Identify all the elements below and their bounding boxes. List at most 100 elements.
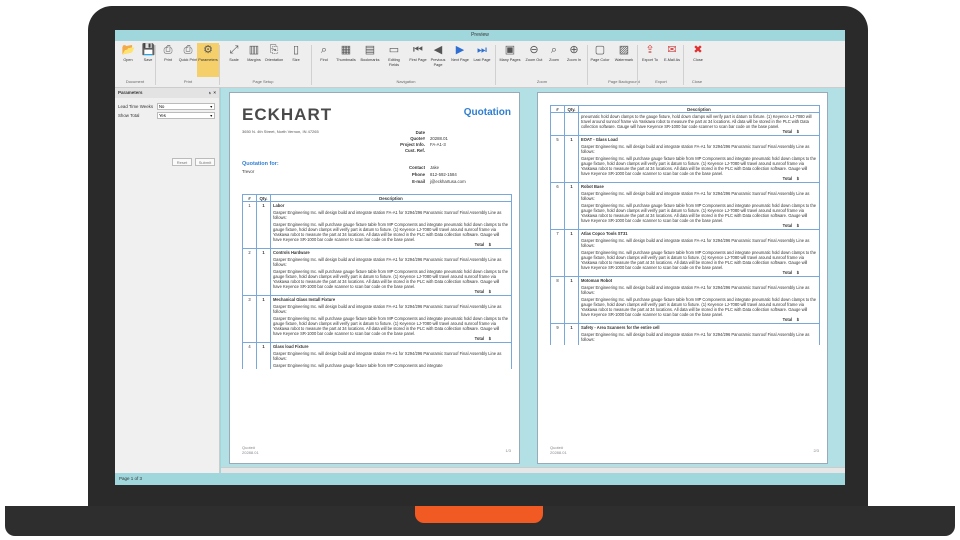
page-color-button[interactable]: ▢ Page Color <box>589 43 611 77</box>
save-icon: 💾 <box>141 44 156 56</box>
first-page-button[interactable]: ⏮ First Page <box>407 43 429 77</box>
footer-number: 20288.01 <box>550 450 567 455</box>
ribbon-group-label: Zoom <box>536 79 548 84</box>
item-body-block: Gasper Engineering Inc. will purchase ga… <box>273 316 509 336</box>
ribbon-button-label: Zoom Out <box>525 58 543 62</box>
show-total-select[interactable]: Yes ▼ <box>157 112 215 119</box>
watermark-icon: ▨ <box>618 44 630 56</box>
watermark-button[interactable]: ▨ Watermark <box>613 43 635 77</box>
quick-print-icon: ⎙ <box>183 44 193 56</box>
e-mail-as-button[interactable]: ✉ E-Mail As <box>661 43 683 77</box>
item-body: Gasper Engineering Inc. will purchase ga… <box>581 156 816 176</box>
ribbon-button-label: E-Mail As <box>663 58 681 62</box>
zoom-out-button[interactable]: ⊖ Zoom Out <box>523 43 545 77</box>
next-page-icon: ▶ <box>455 44 465 56</box>
export-to-button[interactable]: ⇪ Export To <box>639 43 661 77</box>
ribbon-button-label: Save <box>143 58 153 62</box>
zoom-icon: ⌕ <box>550 44 558 56</box>
app-window: Preview 📂 Open 💾 Save ⎙ Print ⎙ Quick Print ⚙ Par… <box>115 30 845 485</box>
email-icon: ✉ <box>667 44 677 56</box>
total-value: $ <box>488 289 491 294</box>
zoom-in-button[interactable]: ⊕ Zoom In <box>563 43 585 77</box>
parameters-title-text: Parameters <box>118 90 143 95</box>
item-body: Gasper Engineering Inc. will purchase ga… <box>273 222 508 242</box>
show-total-label: Show Total <box>118 113 140 118</box>
email-label: E-mail <box>412 179 425 184</box>
quotation-title: Quotation <box>463 107 511 118</box>
scale-icon: ⤢ <box>229 44 239 56</box>
document-view[interactable]: ECKHART Quotation 3650 N. 4th Street, No… <box>221 88 845 473</box>
parameters-button[interactable]: ⚙ Parameters <box>197 43 219 77</box>
total-value: $ <box>488 242 491 247</box>
item-number: 7 <box>556 231 559 236</box>
scale-button[interactable]: ⤢ Scale <box>223 43 245 77</box>
lead-time-select[interactable]: No ▼ <box>157 103 215 110</box>
bookmarks-button[interactable]: ▤ Bookmarks <box>359 43 381 77</box>
ribbon-button-label: Zoom In <box>567 58 581 62</box>
printer-icon: ⎙ <box>163 44 173 56</box>
item-body-block: Gasper Engineering Inc. will purchase ga… <box>273 269 509 289</box>
open-button[interactable]: 📂 Open <box>117 43 139 77</box>
quick-print-button[interactable]: ⎙ Quick Print <box>177 43 199 77</box>
last-page-icon: ⏭ <box>477 44 487 56</box>
ribbon-button-label: Print <box>164 58 172 62</box>
total-label: Total <box>782 176 793 181</box>
total-value: $ <box>796 223 799 228</box>
ribbon-button-label: Parameters <box>198 58 218 62</box>
item-qty: 1 <box>570 278 573 283</box>
previous-page-button[interactable]: ◀ Previous Page <box>427 43 449 77</box>
ribbon-button-label: Margins <box>247 58 261 62</box>
laptop-notch <box>415 506 543 523</box>
table-header: # <box>550 105 565 113</box>
ribbon-separator <box>155 45 156 85</box>
find-button[interactable]: ⌕ Find <box>313 43 335 77</box>
ribbon-group-label: Print <box>183 79 193 84</box>
item-title: Glass load Fixture <box>273 344 309 349</box>
ribbon-button-label: Quick Print <box>178 58 198 62</box>
table-row: 2 1 Controls Hardware Gasper Engineering In… <box>242 248 512 296</box>
find-icon: ⌕ <box>320 44 328 56</box>
margins-icon: ▥ <box>248 44 260 56</box>
item-title: Labor <box>273 203 285 208</box>
table-row: 8 1 Motoman Robot Gasper Engineering Inc. w… <box>550 276 820 324</box>
ribbon-button-label: Orientation <box>264 58 284 62</box>
ribbon-button-label: Bookmarks <box>360 58 380 62</box>
quotation-for-heading: Quotation for: <box>242 161 279 167</box>
zoom-button[interactable]: ⌕ Zoom <box>543 43 565 77</box>
many-pages-icon: ▣ <box>504 44 516 56</box>
submit-button[interactable]: Submit <box>195 158 215 166</box>
status-bar: Page 1 of 3 <box>115 473 845 485</box>
many-pages-button[interactable]: ▣ Many Pages <box>499 43 521 77</box>
item-intro: Gasper Engineering Inc. will design buil… <box>273 210 502 220</box>
thumbnails-button[interactable]: ▦ Thumbnails <box>335 43 357 77</box>
item-number: 9 <box>556 325 559 330</box>
size-button[interactable]: ▯ Size <box>285 43 307 77</box>
previous-page-icon: ◀ <box>433 44 443 56</box>
item-qty: 1 <box>570 325 573 330</box>
margins-button[interactable]: ▥ Margins <box>243 43 265 77</box>
company-address: 3650 N. 4th Street, North Vernon, IN 472… <box>242 129 319 134</box>
ribbon-group-label: Navigation <box>396 79 416 84</box>
item-qty: 1 <box>262 250 265 255</box>
size-icon: ▯ <box>292 44 300 56</box>
print-button[interactable]: ⎙ Print <box>157 43 179 77</box>
project-info-value: FA-A1-3 <box>430 142 446 147</box>
ribbon-separator <box>587 45 588 85</box>
last-page-button[interactable]: ⏭ Last Page <box>471 43 493 77</box>
orientation-button[interactable]: ⎘ Orientation <box>263 43 285 77</box>
item-title: Mechanical Glass Install Fixture <box>273 297 336 302</box>
next-page-button[interactable]: ▶ Next Page <box>449 43 471 77</box>
reset-button[interactable]: Reset <box>172 158 192 166</box>
zoom-out-icon: ⊖ <box>529 44 539 56</box>
pin-icon[interactable]: ₕ <box>209 90 211 95</box>
export-icon: ⇪ <box>645 44 655 56</box>
editing-fields-button[interactable]: ▭ Editing Fields <box>383 43 405 77</box>
item-body-block: Gasper Engineering Inc. will purchase ga… <box>581 250 817 270</box>
show-total-value: Yes <box>159 113 166 118</box>
item-number: 2 <box>248 250 251 255</box>
ribbon-button-label: Open <box>123 58 133 62</box>
close-button[interactable]: ✖ Close <box>687 43 709 77</box>
close-panel-icon[interactable]: × <box>213 90 216 95</box>
ribbon-button-label: Find <box>320 58 328 62</box>
customer-name: Trevor <box>242 169 255 174</box>
